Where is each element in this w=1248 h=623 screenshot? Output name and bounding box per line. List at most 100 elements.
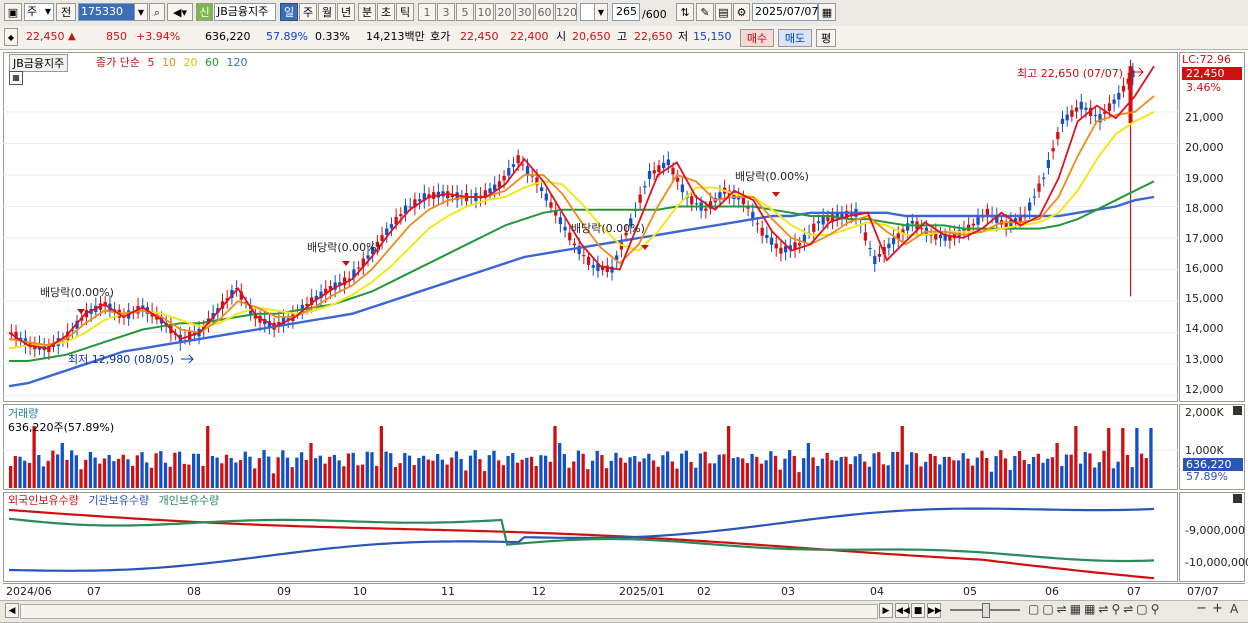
volume-bar [539,455,543,488]
volume-bar [684,450,689,488]
volume-bar [900,426,904,488]
interval-5[interactable]: 5 [456,3,474,21]
volume-bar [1088,453,1092,488]
close-icon[interactable] [1233,406,1242,415]
volume-bar [1125,454,1130,488]
zoom-in-icon[interactable]: + [1212,601,1223,616]
legend-ma20: 20 [183,56,198,69]
save-icon[interactable]: ▤ [715,3,732,21]
volume-bar [257,458,261,488]
volume-bar [9,466,13,488]
sell-button[interactable]: 매도 [778,29,812,47]
count-input[interactable]: 265 [612,3,640,21]
toolbar: ▣ 주 ▼ 전 175330 ▼ ⌕ ◀▾ 신 JB금융지주 일 주 월 년 분 … [0,0,1248,27]
volume-bar [314,458,318,488]
volume-bar [543,455,548,488]
font-size-icon[interactable]: A [1230,602,1238,616]
low-arrow [181,354,194,364]
last-candle [1128,66,1133,123]
avg-button[interactable]: 평 [816,29,836,47]
volume-bar [1144,458,1148,488]
volume-bar [562,454,567,488]
window-icon[interactable]: ▣ [4,3,22,21]
volume-bar [1022,459,1026,488]
indicator-icon[interactable]: ⇅ [676,3,694,21]
chart-tools-icons[interactable]: ▢▢⇌▦▦⇌⚲⇌▢⚲ [1028,602,1162,616]
volume-bar [299,452,304,488]
volume-bar [764,460,768,488]
candle [718,192,722,199]
volume-chart[interactable] [3,404,1178,490]
volume-bar [37,454,41,488]
y-tick-20000: 20,000 [1185,141,1224,154]
interval-10[interactable]: 10 [475,3,494,21]
interval-20[interactable]: 20 [495,3,514,21]
interval-30[interactable]: 30 [515,3,534,21]
candle [1042,177,1046,179]
code-input[interactable]: 175330 [78,3,136,21]
candle [676,177,680,182]
volume-bar [694,467,698,488]
grid-toggle-icon[interactable]: ▦ [9,71,23,85]
type-select[interactable]: 주 ▼ [24,3,54,21]
zoom-slider-handle[interactable] [982,603,990,618]
candle [755,223,760,225]
volume-bar [159,451,163,488]
volume-bar [168,466,172,488]
volume-bar [619,457,623,488]
volume-bar [182,463,186,488]
volume-bar [1139,453,1144,488]
dividend-marker [772,192,780,197]
low-annotation: 최저 12,980 (08/05) [68,353,175,366]
tab-tick[interactable]: 틱 [396,3,414,21]
search-icon[interactable]: ⌕ [149,3,165,21]
tab-month[interactable]: 월 [318,3,336,21]
date-input[interactable]: 2025/07/07 [752,3,818,21]
volume-bar [506,455,510,488]
stop-icon[interactable]: ■ [911,603,925,618]
scrollbar-track[interactable] [20,604,878,619]
close-icon[interactable] [1233,494,1242,503]
tab-week[interactable]: 주 [299,3,317,21]
draw-icon[interactable]: ✎ [696,3,714,21]
gear-icon[interactable]: ⚙ [733,3,750,21]
tab-day[interactable]: 일 [280,3,298,21]
volume-bar [281,450,285,488]
rewind-icon[interactable]: ◀◀ [895,603,910,618]
zoom-out-icon[interactable]: − [1196,601,1207,616]
volume-bar [736,457,740,488]
buy-button[interactable]: 매수 [740,29,774,47]
volume-bar [238,460,243,488]
volume-bar [581,453,585,488]
volume-bar [848,464,853,488]
candle [657,165,661,173]
volume-bar [234,462,238,488]
volume-bar [243,451,247,488]
quote-change-pct: +3.94% [136,30,181,43]
scroll-left-icon[interactable]: ◀ [5,603,19,618]
speaker-icon[interactable]: ◀▾ [167,3,193,21]
scroll-right-icon[interactable]: ▶ [879,603,893,618]
volume-bar [680,453,684,488]
interval-dropdown-icon[interactable]: ▼ [594,3,608,21]
expand-icon[interactable]: ◆ [4,28,18,46]
candle [816,221,821,224]
interval-3[interactable]: 3 [437,3,455,21]
prev-button[interactable]: 전 [56,3,76,21]
tab-year[interactable]: 년 [337,3,355,21]
volume-bar [637,461,642,488]
interval-60[interactable]: 60 [535,3,554,21]
forward-icon[interactable]: ▶▶ [927,603,942,618]
candle [891,238,896,245]
calendar-icon[interactable]: ▦ [818,3,836,21]
tab-second[interactable]: 초 [377,3,395,21]
candle [591,265,595,268]
interval-120[interactable]: 120 [555,3,577,21]
interval-1[interactable]: 1 [418,3,436,21]
volume-bar [346,453,351,488]
tab-minute[interactable]: 분 [358,3,376,21]
volume-bar [285,457,290,488]
x-label-02: 02 [697,585,711,598]
volume-value-text: 636,220주(57.89%) [8,421,115,434]
code-dropdown-icon[interactable]: ▼ [134,3,148,21]
